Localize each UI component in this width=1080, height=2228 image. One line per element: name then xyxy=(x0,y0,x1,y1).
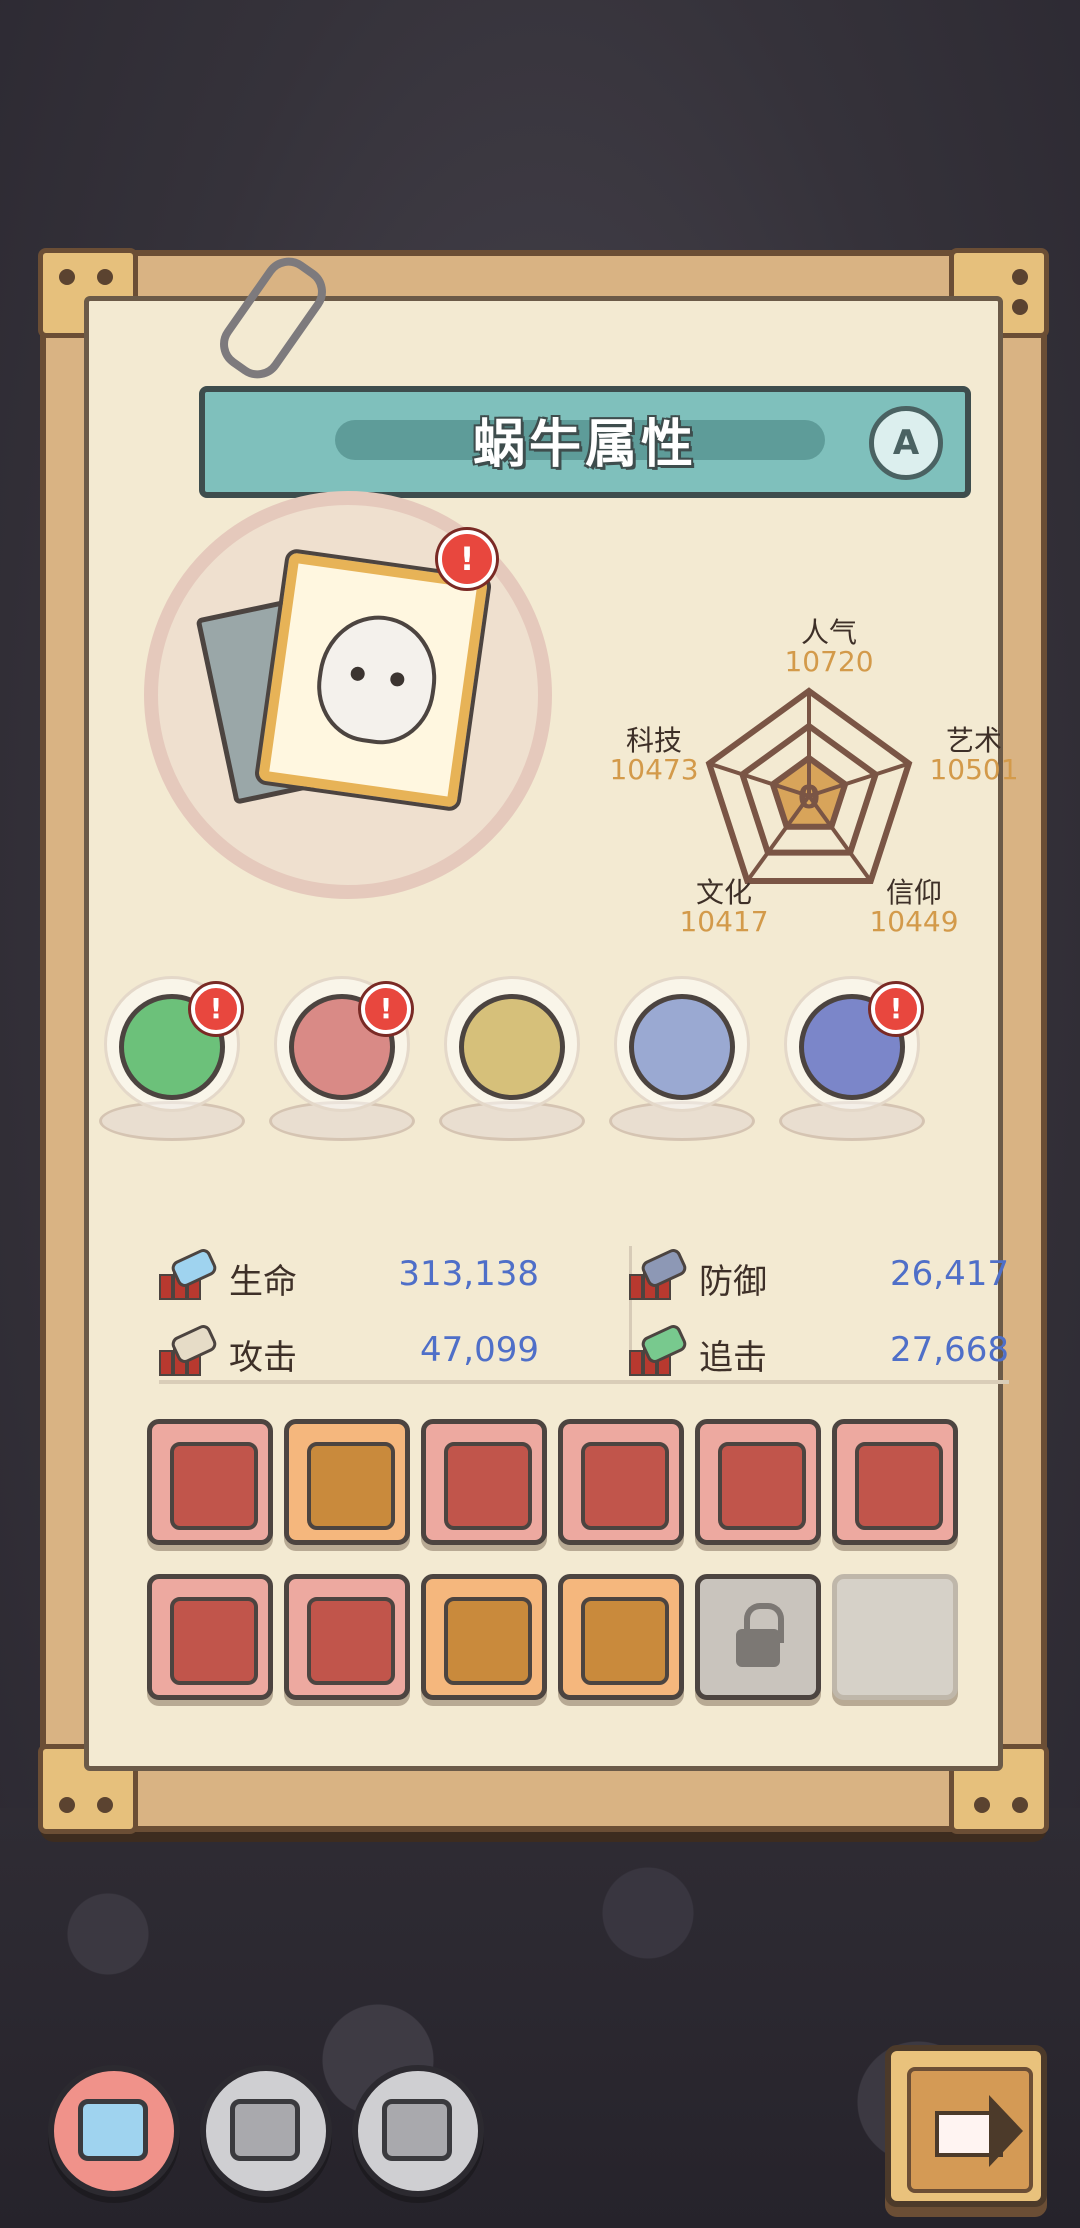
equip-slot-spiked-club[interactable] xyxy=(558,1419,684,1545)
stats-underline xyxy=(159,1380,1009,1384)
device-tab-3[interactable] xyxy=(352,2065,484,2197)
grade-badge[interactable]: A xyxy=(869,406,943,480)
stat-label-pursuit: 追击 xyxy=(699,1338,767,1378)
cube-plate-relic[interactable]: ! xyxy=(779,976,925,1146)
equip-slot-ring[interactable] xyxy=(284,1419,410,1545)
alert-icon: ! xyxy=(438,530,496,588)
lock-body xyxy=(736,1629,780,1667)
mace-icon xyxy=(307,1597,395,1685)
compass-relic[interactable] xyxy=(609,976,755,1146)
equip-slot-backpack[interactable] xyxy=(695,1419,821,1545)
ring-icon xyxy=(307,1442,395,1530)
alert-icon: ! xyxy=(871,984,921,1034)
device-tab-1[interactable] xyxy=(48,2065,180,2197)
equip-slot-crossbow[interactable] xyxy=(421,1419,547,1545)
defense-icon xyxy=(629,1246,689,1300)
stats-panel: 生命 313,138 防御 26,417 攻击 47,099 追击 27,668 xyxy=(159,1246,1009,1386)
spiked-club-icon xyxy=(581,1442,669,1530)
attr-value-faith: 10449 xyxy=(869,905,959,938)
portrait-card xyxy=(253,547,493,813)
device-tab-2[interactable] xyxy=(200,2065,332,2197)
stat-label-attack: 攻击 xyxy=(229,1338,297,1378)
stat-label-health: 生命 xyxy=(229,1262,297,1302)
bone-blade-icon xyxy=(581,1597,669,1685)
radar-shape: 0 xyxy=(705,687,913,884)
attack-icon xyxy=(159,1322,219,1376)
equip-slot-empty-slot xyxy=(832,1574,958,1700)
attr-value-culture: 10417 xyxy=(679,905,769,938)
sword-icon xyxy=(170,1442,258,1530)
diving-helmet-icon xyxy=(444,1597,532,1685)
radar-center-value: 0 xyxy=(798,778,820,816)
eye-shell-relic[interactable] xyxy=(439,976,585,1146)
backpack-icon xyxy=(718,1442,806,1530)
attribute-radar: 0 人气 10720 艺术 10501 信仰 10449 文化 10417 科技… xyxy=(609,571,1018,938)
pursuit-icon xyxy=(629,1322,689,1376)
device-icon xyxy=(230,2099,300,2161)
page-title: 蜗牛属性 xyxy=(472,415,697,475)
equip-slot-crown[interactable] xyxy=(147,1574,273,1700)
avatar-face xyxy=(309,607,445,752)
arrow-head xyxy=(989,2095,1023,2167)
compass-relic-icon xyxy=(629,994,735,1100)
stat-attack: 攻击 47,099 xyxy=(159,1322,539,1382)
next-button[interactable] xyxy=(885,2045,1047,2207)
attr-value-popularity: 10720 xyxy=(784,645,874,678)
title-banner: 蜗牛属性 A xyxy=(199,386,971,498)
stat-defense: 防御 26,417 xyxy=(629,1246,1009,1306)
attr-value-art: 10501 xyxy=(929,753,1019,786)
tentacle-relic[interactable]: ! xyxy=(99,976,245,1146)
stat-value-defense: 26,417 xyxy=(890,1254,1009,1294)
device-icon xyxy=(78,2099,148,2161)
stat-value-pursuit: 27,668 xyxy=(890,1330,1009,1370)
attribute-board: 蜗牛属性 A ! 0 人气 10720 艺术 10501 信仰 10449 文化… xyxy=(38,248,1049,1834)
stat-label-defense: 防御 xyxy=(699,1262,767,1302)
eye-shell-relic-icon xyxy=(459,994,565,1100)
device-icon xyxy=(382,2099,452,2161)
monster-mouth-relic[interactable]: ! xyxy=(269,976,415,1146)
attr-value-tech: 10473 xyxy=(609,753,699,786)
stat-pursuit: 追击 27,668 xyxy=(629,1322,1009,1382)
armor-icon xyxy=(855,1442,943,1530)
avatar-portrait[interactable]: ! xyxy=(144,491,552,899)
equip-slot-diving-helmet[interactable] xyxy=(421,1574,547,1700)
health-icon xyxy=(159,1246,219,1300)
equip-slot-mace[interactable] xyxy=(284,1574,410,1700)
stat-value-attack: 47,099 xyxy=(420,1330,539,1370)
next-inner xyxy=(907,2067,1033,2193)
alert-icon: ! xyxy=(361,984,411,1034)
equip-slot-locked-slot[interactable] xyxy=(695,1574,821,1700)
stat-value-health: 313,138 xyxy=(398,1254,539,1294)
paper-sheet: 蜗牛属性 A ! 0 人气 10720 艺术 10501 信仰 10449 文化… xyxy=(84,296,1019,1771)
crossbow-icon xyxy=(444,1442,532,1530)
equip-slot-bone-blade[interactable] xyxy=(558,1574,684,1700)
equip-slot-armor[interactable] xyxy=(832,1419,958,1545)
alert-icon: ! xyxy=(191,984,241,1034)
equip-slot-sword[interactable] xyxy=(147,1419,273,1545)
crown-icon xyxy=(170,1597,258,1685)
stat-health: 生命 313,138 xyxy=(159,1246,539,1306)
